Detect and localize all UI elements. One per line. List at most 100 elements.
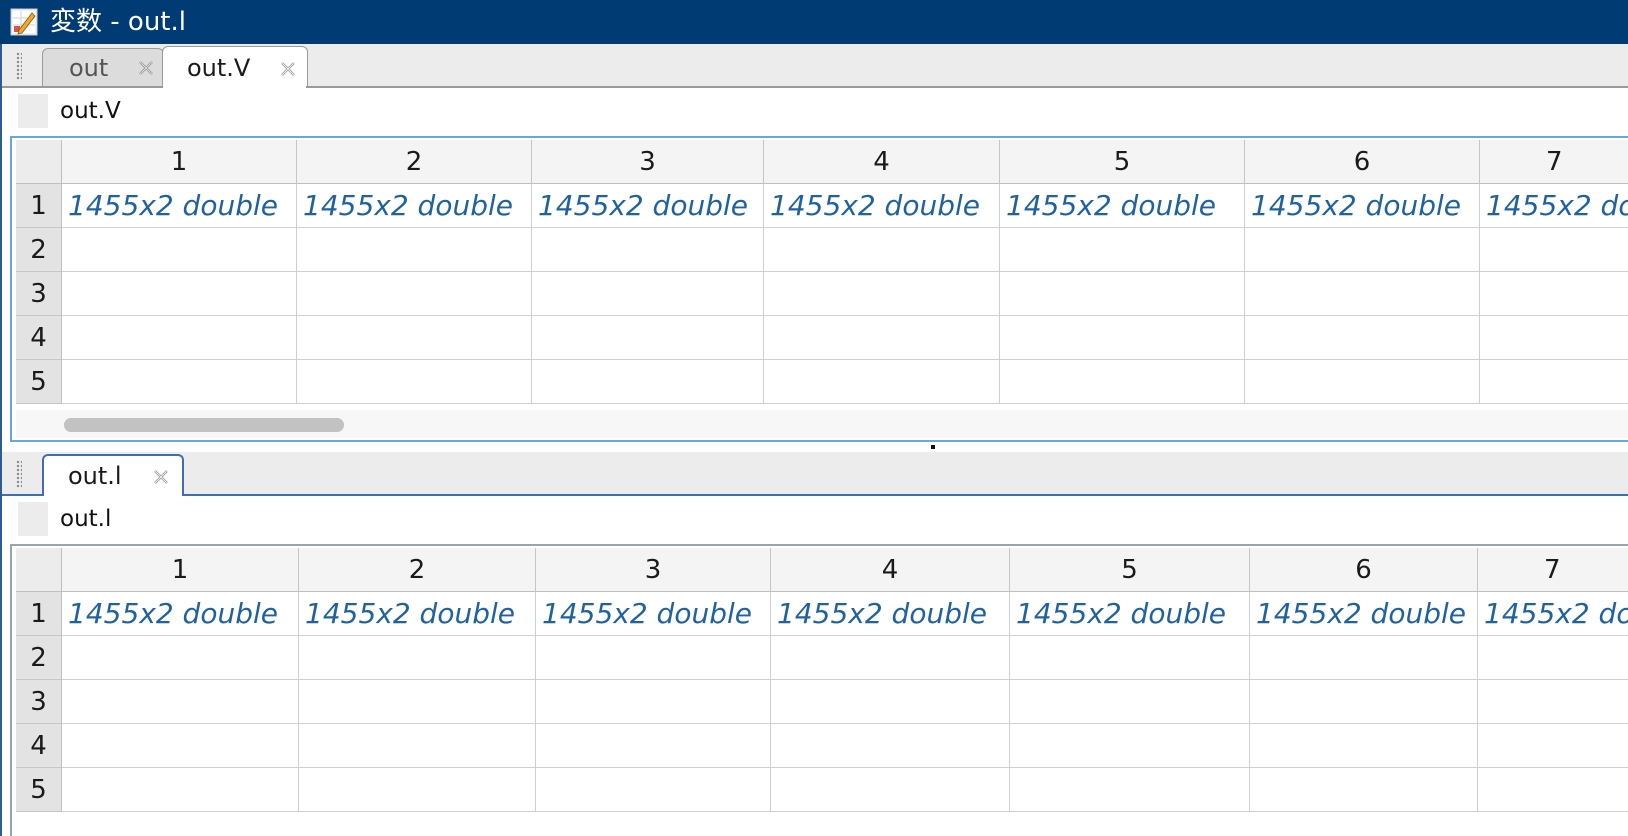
row-header[interactable]: 1 [16, 184, 62, 228]
column-header[interactable]: 7 [1478, 548, 1628, 592]
table-cell[interactable] [62, 228, 297, 272]
table-cell[interactable]: 1455x2 double [764, 184, 1000, 228]
table-cell[interactable]: 1455x2 double [62, 184, 297, 228]
panel-splitter[interactable] [2, 442, 1628, 452]
table-cell[interactable] [536, 768, 771, 812]
table-cell[interactable] [62, 360, 297, 404]
table-cell[interactable] [1000, 228, 1245, 272]
table-cell[interactable] [1250, 636, 1478, 680]
top-variable-grid[interactable]: 1 2 3 4 5 6 7 1 1455x2 double 1455x2 dou… [10, 136, 1628, 442]
table-cell[interactable] [1245, 272, 1480, 316]
table-cell[interactable]: 1455x2 double [1480, 184, 1628, 228]
row-header[interactable]: 3 [16, 680, 62, 724]
table-cell[interactable] [771, 724, 1010, 768]
row-header[interactable]: 2 [16, 636, 62, 680]
table-cell[interactable] [1480, 228, 1628, 272]
table-cell[interactable] [1000, 272, 1245, 316]
column-header[interactable]: 6 [1250, 548, 1478, 592]
table-cell[interactable] [62, 636, 299, 680]
table-cell[interactable] [1480, 272, 1628, 316]
row-header[interactable]: 5 [16, 360, 62, 404]
row-header[interactable]: 4 [16, 724, 62, 768]
table-cell[interactable] [297, 360, 532, 404]
table-cell[interactable] [1010, 636, 1250, 680]
table-cell[interactable] [299, 680, 536, 724]
scrollbar-thumb[interactable] [64, 418, 344, 432]
table-cell[interactable]: 1455x2 double [1000, 184, 1245, 228]
table-cell[interactable] [62, 272, 297, 316]
column-header[interactable]: 6 [1245, 140, 1480, 184]
table-cell[interactable]: 1455x2 double [299, 592, 536, 636]
column-header[interactable]: 5 [1000, 140, 1245, 184]
row-header[interactable]: 5 [16, 768, 62, 812]
table-cell[interactable] [1245, 360, 1480, 404]
horizontal-scrollbar[interactable] [16, 410, 1628, 438]
table-cell[interactable] [764, 272, 1000, 316]
table-cell[interactable] [299, 768, 536, 812]
table-cell[interactable]: 1455x2 double [536, 592, 771, 636]
table-cell[interactable] [1478, 680, 1628, 724]
row-header[interactable]: 2 [16, 228, 62, 272]
table-cell[interactable] [1250, 724, 1478, 768]
table-cell[interactable]: 1455x2 double [62, 592, 299, 636]
table-cell[interactable] [532, 228, 764, 272]
table-cell[interactable] [1478, 724, 1628, 768]
column-header[interactable]: 4 [771, 548, 1010, 592]
table-cell[interactable] [1478, 768, 1628, 812]
table-cell[interactable] [1245, 316, 1480, 360]
table-cell[interactable] [297, 316, 532, 360]
close-icon[interactable] [152, 468, 170, 486]
drag-grip-icon[interactable] [16, 460, 22, 488]
column-header[interactable]: 2 [299, 548, 536, 592]
drag-grip-icon[interactable] [16, 52, 22, 80]
table-cell[interactable] [1010, 724, 1250, 768]
table-cell[interactable]: 1455x2 double [1010, 592, 1250, 636]
table-cell[interactable]: 1455x2 double [532, 184, 764, 228]
table-cell[interactable] [1250, 768, 1478, 812]
table-cell[interactable] [532, 360, 764, 404]
table-cell[interactable] [1478, 636, 1628, 680]
table-cell[interactable] [1000, 360, 1245, 404]
table-cell[interactable] [299, 724, 536, 768]
column-header[interactable]: 7 [1480, 140, 1628, 184]
table-cell[interactable] [771, 768, 1010, 812]
table-cell[interactable] [1010, 768, 1250, 812]
column-header[interactable]: 1 [62, 548, 299, 592]
table-cell[interactable]: 1455x2 double [771, 592, 1010, 636]
table-cell[interactable] [771, 636, 1010, 680]
table-cell[interactable] [1480, 316, 1628, 360]
table-cell[interactable] [532, 272, 764, 316]
table-cell[interactable] [1480, 360, 1628, 404]
tab-out-v[interactable]: out.V [162, 46, 308, 88]
table-cell[interactable] [62, 680, 299, 724]
splitter-handle-icon[interactable] [931, 445, 935, 449]
close-icon[interactable] [137, 59, 155, 77]
table-cell[interactable] [771, 680, 1010, 724]
tab-out-l[interactable]: out.l [42, 454, 184, 496]
column-header[interactable]: 5 [1010, 548, 1250, 592]
table-cell[interactable] [62, 768, 299, 812]
table-cell[interactable] [297, 228, 532, 272]
grid-corner[interactable] [16, 548, 62, 592]
table-cell[interactable]: 1455x2 double [297, 184, 532, 228]
row-header[interactable]: 4 [16, 316, 62, 360]
table-cell[interactable]: 1455x2 double [1245, 184, 1480, 228]
column-header[interactable]: 2 [297, 140, 532, 184]
bottom-variable-grid[interactable]: 1 2 3 4 5 6 7 1 1455x2 double 1455x2 dou… [10, 544, 1628, 836]
close-icon[interactable] [279, 60, 297, 78]
row-header[interactable]: 3 [16, 272, 62, 316]
table-cell[interactable]: 1455x2 double [1478, 592, 1628, 636]
table-cell[interactable] [536, 680, 771, 724]
table-cell[interactable] [1250, 680, 1478, 724]
table-cell[interactable] [536, 724, 771, 768]
column-header[interactable]: 3 [536, 548, 771, 592]
table-cell[interactable] [1010, 680, 1250, 724]
table-cell[interactable] [764, 316, 1000, 360]
table-cell[interactable] [532, 316, 764, 360]
column-header[interactable]: 3 [532, 140, 764, 184]
column-header[interactable]: 1 [62, 140, 297, 184]
table-cell[interactable] [62, 724, 299, 768]
table-cell[interactable] [1000, 316, 1245, 360]
column-header[interactable]: 4 [764, 140, 1000, 184]
grid-corner[interactable] [16, 140, 62, 184]
